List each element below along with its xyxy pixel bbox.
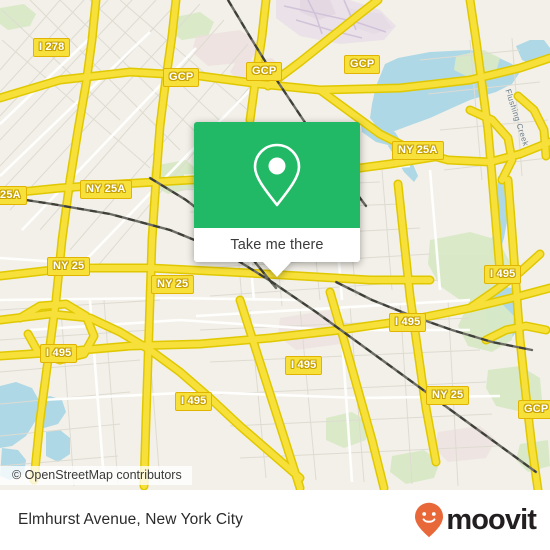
popup-action-bar[interactable]: Take me there <box>194 228 360 262</box>
road-shield-25a-clipped: 25A <box>0 186 27 205</box>
moovit-brand[interactable]: moovit <box>414 502 537 538</box>
map-canvas[interactable]: I 278 GCP GCP GCP NY 25A 25A NY 25A NY 2… <box>0 0 550 490</box>
road-shield-gcp-4: GCP <box>518 400 550 419</box>
popup-tail-pointer <box>262 261 292 277</box>
popup-icon-panel <box>194 122 360 228</box>
road-shield-ny-25-2: NY 25 <box>151 275 195 294</box>
road-shield-i-495-5: I 495 <box>175 392 213 411</box>
location-title: Elmhurst Avenue, New York City <box>18 511 243 528</box>
road-shield-gcp-1: GCP <box>163 68 200 87</box>
road-shield-i-495-2: I 495 <box>389 313 427 332</box>
road-shield-gcp-3: GCP <box>344 55 381 74</box>
road-shield-ny-25-1: NY 25 <box>47 257 91 276</box>
road-shield-ny-25a-2: NY 25A <box>80 180 132 199</box>
destination-popup-card[interactable]: Take me there <box>194 122 360 277</box>
road-shield-i-495-4: I 495 <box>285 356 323 375</box>
location-pin-icon <box>253 143 301 207</box>
road-shield-i-278: I 278 <box>33 38 71 57</box>
map-attribution[interactable]: © OpenStreetMap contributors <box>0 466 192 485</box>
road-shield-ny-25-3: NY 25 <box>426 386 470 405</box>
footer-bar: Elmhurst Avenue, New York City moovit <box>0 490 550 550</box>
take-me-there-label: Take me there <box>230 237 324 253</box>
road-shield-i-495-1: I 495 <box>484 265 522 284</box>
road-shield-ny-25a-1: NY 25A <box>392 141 444 160</box>
road-shield-gcp-2: GCP <box>246 62 283 81</box>
moovit-wordmark: moovit <box>446 503 537 536</box>
road-shield-i-495-3: I 495 <box>40 344 78 363</box>
moovit-smiley-pin-icon <box>415 502 444 538</box>
moovit-map-screenshot: I 278 GCP GCP GCP NY 25A 25A NY 25A NY 2… <box>0 0 550 550</box>
